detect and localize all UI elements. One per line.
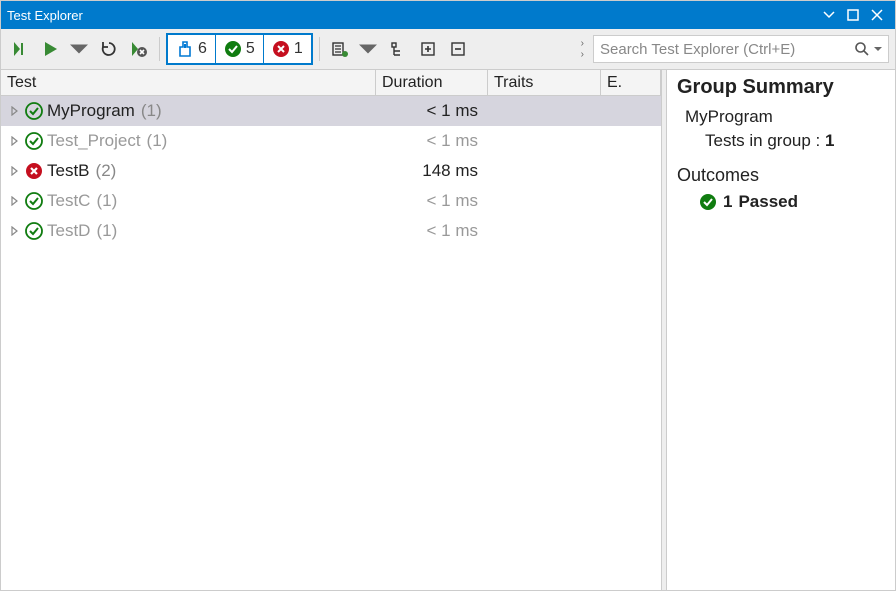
search-box[interactable] [593, 35, 889, 63]
filter-passed-count: 5 [246, 40, 255, 58]
playlist-button[interactable] [326, 35, 354, 63]
test-row[interactable]: MyProgram (1) < 1 ms [1, 96, 661, 126]
window-title: Test Explorer [7, 8, 817, 23]
column-headers: Test Duration Traits E. [1, 70, 661, 96]
filter-failed-count: 1 [294, 40, 303, 58]
toolbar-overflow-icon[interactable]: ›› [581, 38, 585, 60]
window-titlebar: Test Explorer [1, 1, 895, 29]
test-name: MyProgram [47, 101, 135, 121]
filter-failed-button[interactable]: 1 [264, 35, 311, 63]
test-name: TestD [47, 221, 90, 241]
test-duration: < 1 ms [427, 221, 479, 240]
run-all-button[interactable] [7, 35, 35, 63]
group-by-button[interactable] [384, 35, 412, 63]
filter-total-count: 6 [198, 40, 207, 58]
test-row[interactable]: Test_Project (1) < 1 ms [1, 126, 661, 156]
test-duration: < 1 ms [427, 191, 479, 210]
pass-icon [25, 192, 43, 210]
test-count: (1) [141, 101, 162, 121]
test-count: (2) [96, 161, 117, 181]
test-count: (1) [147, 131, 168, 151]
playlist-dropdown[interactable] [354, 35, 382, 63]
search-dropdown[interactable] [874, 45, 882, 53]
summary-test-count: Tests in group : 1 [705, 131, 885, 151]
close-button[interactable] [865, 4, 889, 26]
run-dropdown[interactable] [65, 35, 93, 63]
pass-icon [25, 102, 43, 120]
window-dropdown-button[interactable] [817, 4, 841, 26]
test-row[interactable]: TestC (1) < 1 ms [1, 186, 661, 216]
filter-group: 6 5 1 [166, 33, 313, 65]
expand-all-button[interactable] [414, 35, 442, 63]
test-name: TestC [47, 191, 90, 211]
summary-group-name: MyProgram [685, 107, 885, 127]
test-name: TestB [47, 161, 90, 181]
test-count: (1) [96, 221, 117, 241]
col-header-e[interactable]: E. [601, 70, 661, 95]
toolbar-separator [319, 37, 320, 61]
col-header-duration[interactable]: Duration [376, 70, 488, 95]
summary-outcomes-label: Outcomes [677, 165, 885, 186]
maximize-button[interactable] [841, 4, 865, 26]
col-header-traits[interactable]: Traits [488, 70, 601, 95]
test-rows: MyProgram(1)< 1 msTest_Project(1)< 1 msT… [1, 96, 661, 590]
test-row[interactable]: TestB (2) 148 ms [1, 156, 661, 186]
test-duration: < 1 ms [427, 101, 479, 120]
collapse-all-button[interactable] [444, 35, 472, 63]
search-icon[interactable] [854, 41, 870, 57]
check-icon [699, 193, 717, 211]
test-count: (1) [96, 191, 117, 211]
expander-icon[interactable] [9, 226, 21, 236]
test-duration: < 1 ms [427, 131, 479, 150]
filter-total-button[interactable]: 6 [168, 35, 216, 63]
expander-icon[interactable] [9, 136, 21, 146]
test-row[interactable]: TestD (1) < 1 ms [1, 216, 661, 246]
expander-icon[interactable] [9, 196, 21, 206]
summary-panel: Group Summary MyProgram Tests in group :… [667, 70, 895, 590]
pass-icon [25, 132, 43, 150]
pass-icon [25, 222, 43, 240]
search-input[interactable] [600, 41, 850, 58]
filter-passed-button[interactable]: 5 [216, 35, 264, 63]
test-duration: 148 ms [422, 161, 478, 180]
repeat-last-run-button[interactable] [95, 35, 123, 63]
fail-icon [25, 162, 43, 180]
summary-title: Group Summary [677, 76, 885, 99]
run-button[interactable] [37, 35, 65, 63]
run-failed-button[interactable] [125, 35, 153, 63]
toolbar-separator [159, 37, 160, 61]
summary-outcome-row: 1 Passed [699, 192, 885, 212]
col-header-test[interactable]: Test [1, 70, 376, 95]
expander-icon[interactable] [9, 106, 21, 116]
test-name: Test_Project [47, 131, 141, 151]
expander-icon[interactable] [9, 166, 21, 176]
toolbar: 6 5 1 ›› [1, 29, 895, 70]
